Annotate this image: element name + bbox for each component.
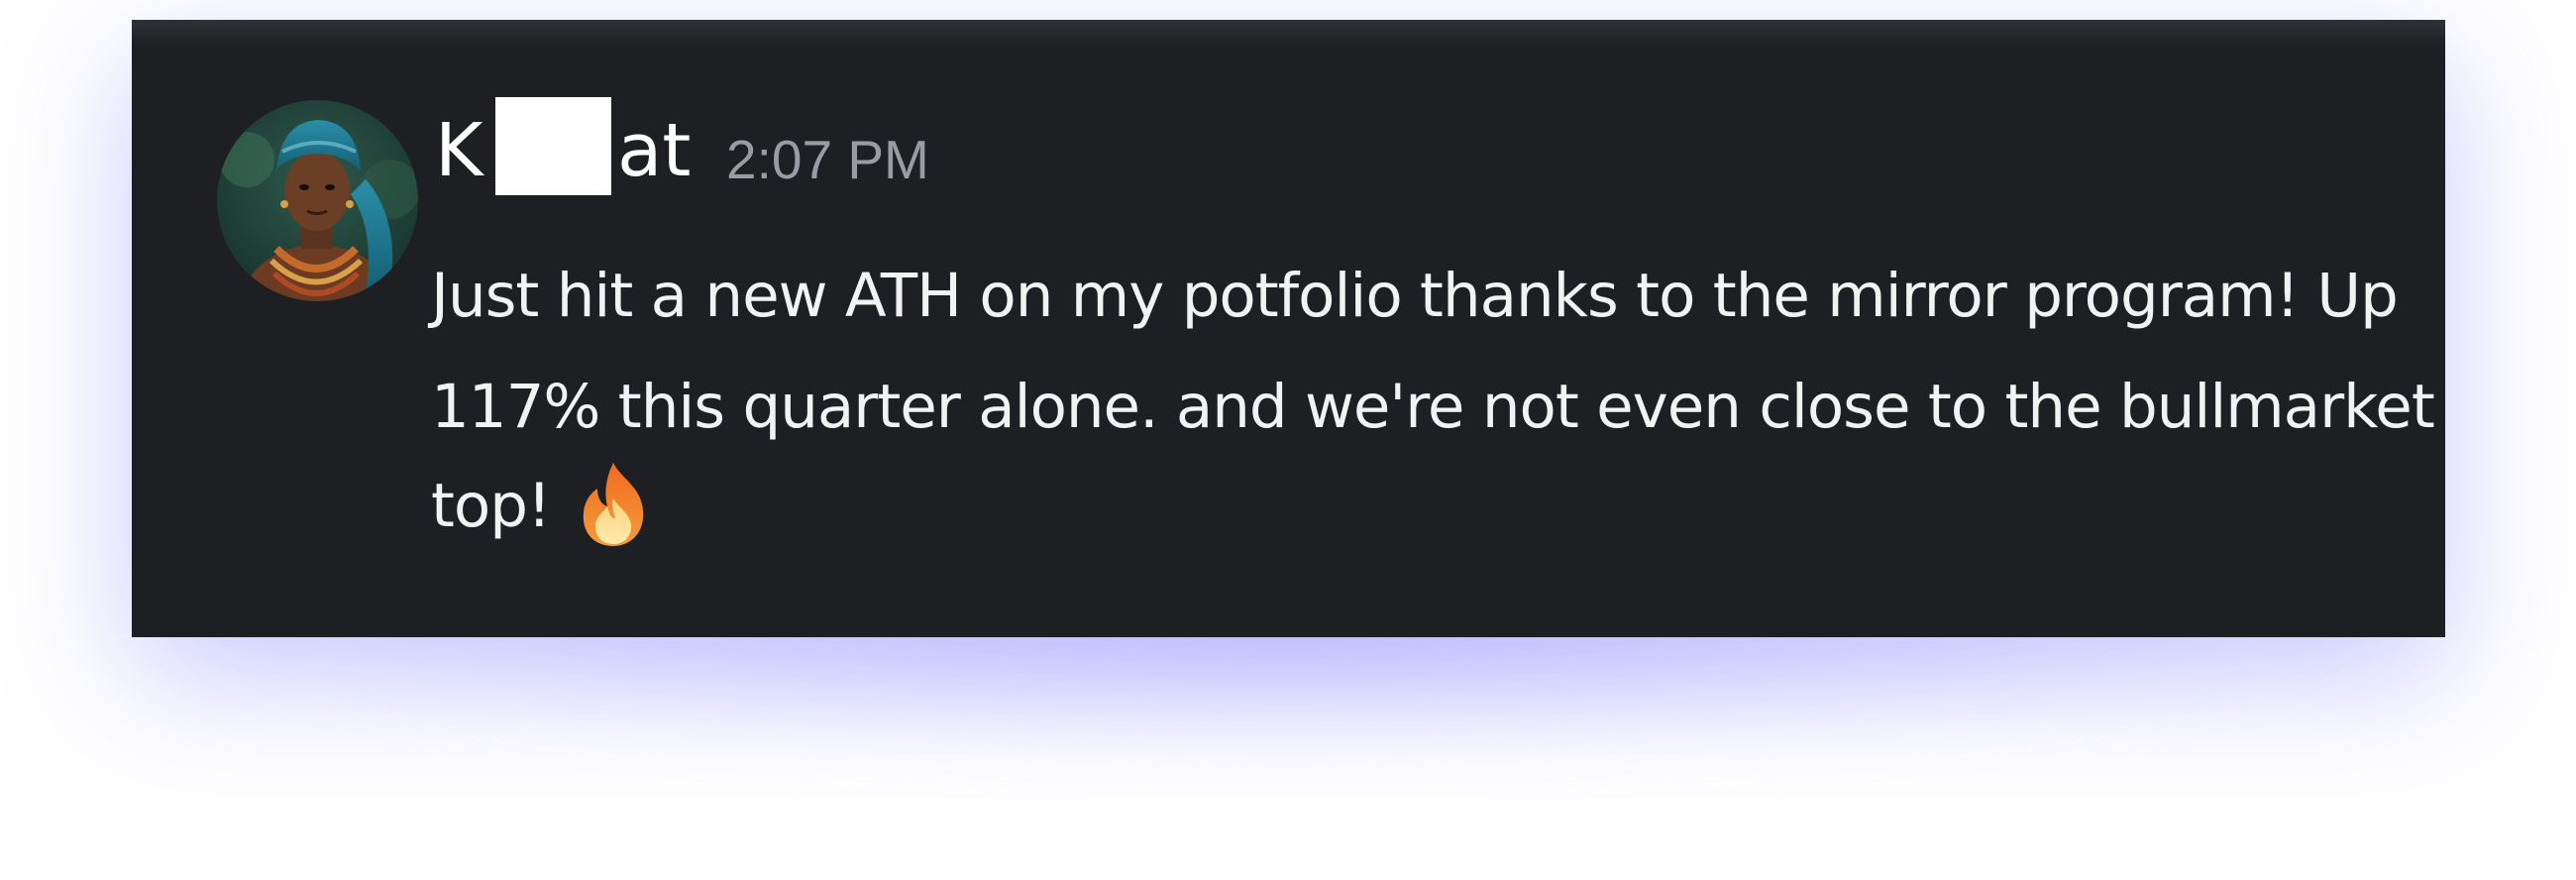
username-suffix-container[interactable]: at [617,101,691,200]
fire-emoji-icon [572,459,655,548]
username-suffix: at [617,108,692,193]
message-body: Just hit a new ATH on my potfolio thanks… [431,238,2435,565]
redaction-box [495,97,611,195]
username[interactable]: K [435,101,483,200]
message-line-3-text: top! [431,471,551,541]
username-prefix: K [435,108,483,193]
message-line-2: 117% this quarter alone. and we're not e… [431,372,2435,442]
avatar[interactable] [217,100,418,301]
card-top-edge [132,20,2445,46]
timestamp: 2:07 PM [726,129,929,190]
message-line-1: Just hit a new ATH on my potfolio thanks… [431,261,2399,331]
chat-message-card: K at 2:07 PM Just hit a new ATH on my po… [132,20,2445,637]
avatar-image [217,100,418,301]
